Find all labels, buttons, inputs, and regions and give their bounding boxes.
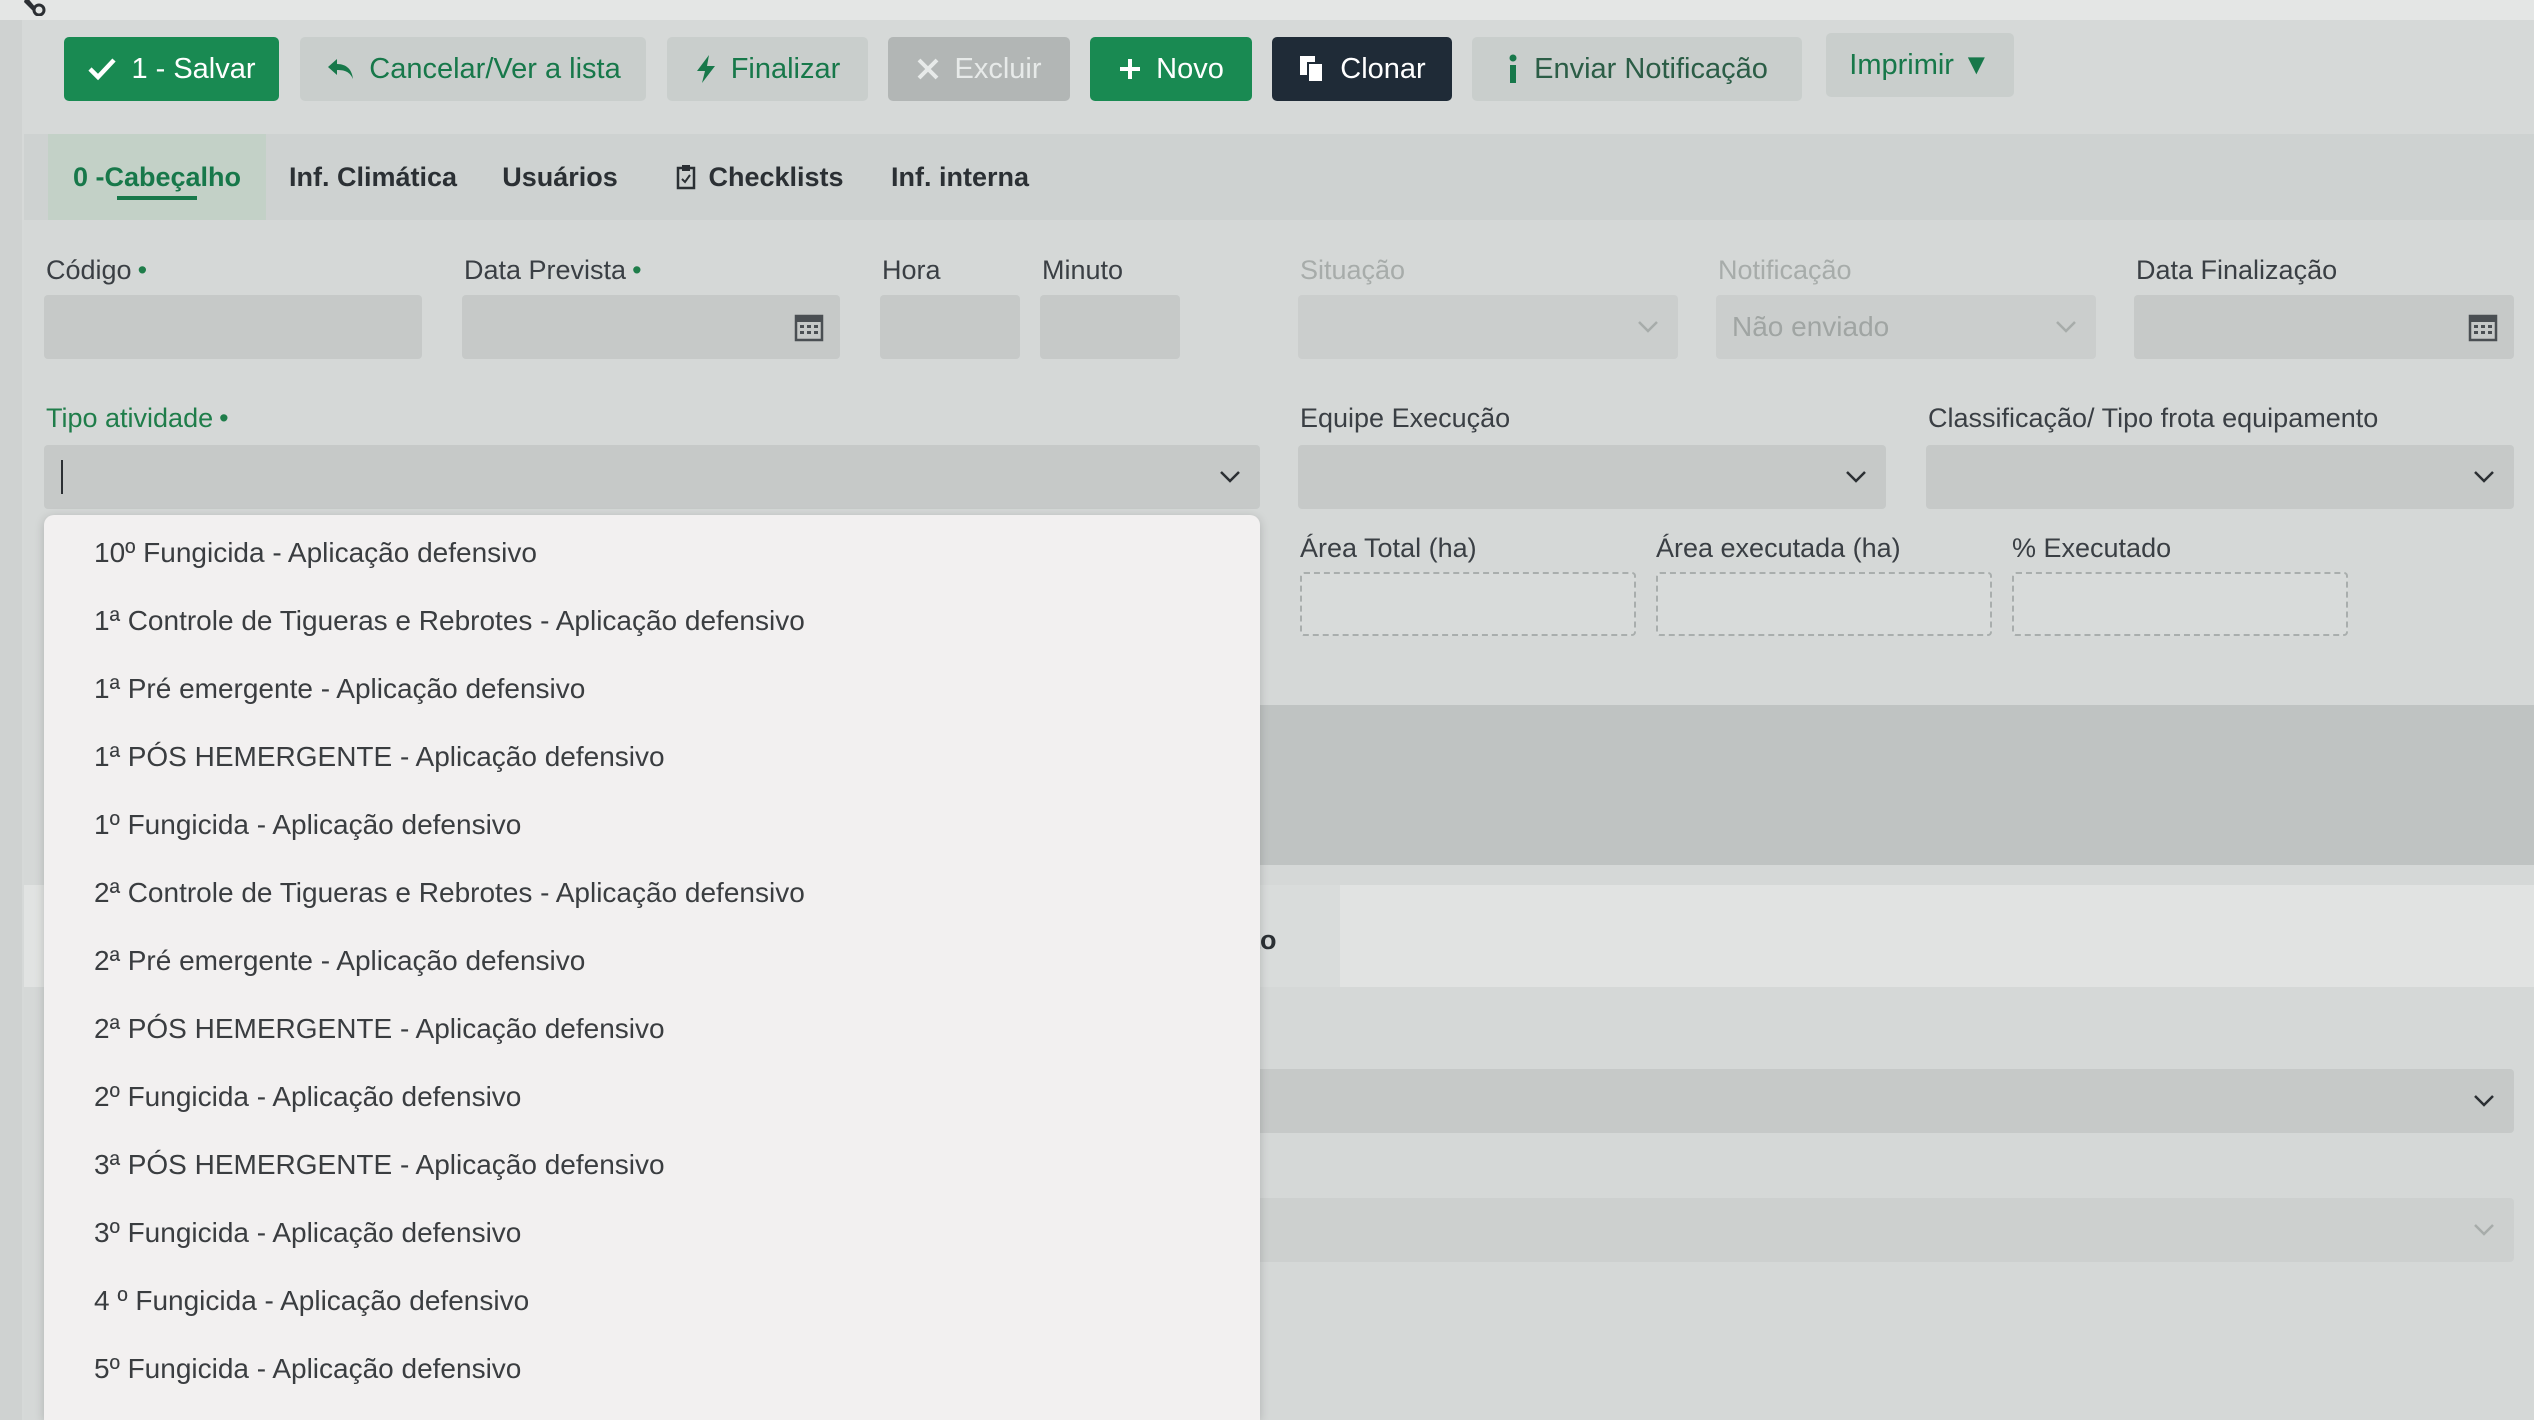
chevron-down-icon <box>2056 321 2076 333</box>
top-strip <box>0 0 2534 20</box>
cancel-label: Cancelar/Ver a lista <box>369 52 621 85</box>
area-executada-label: Área executada (ha) <box>1656 533 1901 563</box>
hora-input[interactable] <box>880 295 1020 359</box>
tab-label: Usuários <box>502 161 618 192</box>
save-button[interactable]: 1 - Salvar <box>64 37 279 101</box>
equipe-execucao-select[interactable] <box>1298 445 1886 509</box>
chevron-down-icon <box>2474 471 2494 483</box>
new-label: Novo <box>1156 52 1224 85</box>
pct-executado-label: % Executado <box>2012 533 2172 563</box>
dropdown-option[interactable]: 10º Fungicida - Aplicação defensivo <box>94 537 537 569</box>
tab-label: Inf. interna <box>890 161 1029 192</box>
tipo-atividade-select[interactable] <box>44 445 1260 509</box>
tab-inf-climatica[interactable]: Inf. Climática <box>280 134 466 220</box>
wrench-icon <box>24 0 46 16</box>
tab-label: Checklists <box>708 161 844 192</box>
dropdown-option[interactable]: 3º Fungicida - Aplicação defensivo <box>94 1217 521 1249</box>
lower-select-1[interactable] <box>1255 1069 2514 1133</box>
cancel-button[interactable]: Cancelar/Ver a lista <box>300 37 646 101</box>
area-total-label: Área Total (ha) <box>1300 533 1477 563</box>
codigo-input[interactable] <box>44 295 422 359</box>
tab-inf-interna[interactable]: Inf. interna <box>880 134 1040 220</box>
tipo-atividade-dropdown: 10º Fungicida - Aplicação defensivo 1ª C… <box>44 515 1260 1420</box>
notificacao-select[interactable]: Não enviado <box>1716 295 2096 359</box>
finish-button[interactable]: Finalizar <box>667 37 868 101</box>
dropdown-option[interactable]: 1ª PÓS HEMERGENTE - Aplicação defensivo <box>94 741 665 773</box>
notificacao-label: Notificação <box>1718 255 1852 285</box>
data-finalizacao-input[interactable] <box>2134 295 2514 359</box>
delete-label: Excluir <box>954 52 1042 85</box>
send-notification-button[interactable]: Enviar Notificação <box>1472 37 1802 101</box>
tab-checklists[interactable]: Checklists <box>660 134 860 220</box>
chevron-down-icon <box>2474 1224 2494 1236</box>
delete-button[interactable]: Excluir <box>888 37 1070 101</box>
classificacao-select[interactable] <box>1926 445 2514 509</box>
dropdown-option[interactable]: 1º Fungicida - Aplicação defensivo <box>94 809 521 841</box>
tab-label: Inf. Climática <box>288 161 458 192</box>
info-icon <box>1509 54 1517 83</box>
left-edge <box>0 20 22 1420</box>
print-button[interactable]: Imprimir ▼ <box>1826 33 2014 97</box>
dropdown-option[interactable]: 2º Fungicida - Aplicação defensivo <box>94 1081 521 1113</box>
check-icon <box>88 58 117 81</box>
equipe-execucao-label: Equipe Execução <box>1300 403 1511 433</box>
plus-icon <box>1120 59 1141 79</box>
save-label: 1 - Salvar <box>131 52 256 85</box>
data-finalizacao-label: Data Finalização <box>2136 255 2338 285</box>
text-cursor <box>61 460 63 494</box>
situacao-select[interactable] <box>1298 295 1678 359</box>
tipo-atividade-label: Tipo atividade • <box>46 403 229 433</box>
data-prevista-label: Data Prevista • <box>464 255 642 285</box>
new-button[interactable]: Novo <box>1090 37 1252 101</box>
dropdown-option[interactable]: 5º Fungicida - Aplicação defensivo <box>94 1353 521 1385</box>
lightning-icon <box>696 55 715 83</box>
minuto-label: Minuto <box>1042 255 1124 285</box>
calendar-icon[interactable] <box>794 312 824 342</box>
finish-label: Finalizar <box>730 52 841 85</box>
minuto-input[interactable] <box>1040 295 1180 359</box>
clone-button[interactable]: Clonar <box>1272 37 1452 101</box>
dropdown-option[interactable]: 1ª Pré emergente - Aplicação defensivo <box>94 673 585 705</box>
dropdown-option[interactable]: 4 º Fungicida - Aplicação defensivo <box>94 1285 529 1317</box>
codigo-label: Código • <box>46 255 148 285</box>
close-icon <box>918 58 939 80</box>
clone-label: Clonar <box>1340 52 1426 85</box>
active-tab-indicator <box>117 196 197 200</box>
print-label: Imprimir ▼ <box>1849 48 1991 81</box>
tab-label: 0 -Cabeçalho <box>72 161 242 192</box>
dropdown-option[interactable]: 2ª PÓS HEMERGENTE - Aplicação defensivo <box>94 1013 665 1045</box>
chevron-down-icon <box>1846 471 1866 483</box>
lower-select-2[interactable] <box>1255 1198 2514 1262</box>
clipboard-icon <box>677 165 696 190</box>
dropdown-option[interactable]: 2ª Controle de Tigueras e Rebrotes - Apl… <box>94 877 805 909</box>
reply-arrow-icon <box>328 59 354 79</box>
tab-usuarios[interactable]: Usuários <box>490 134 630 220</box>
area-executada-input[interactable] <box>1656 572 1992 636</box>
data-prevista-input[interactable] <box>462 295 840 359</box>
dropdown-option[interactable]: 1ª Controle de Tigueras e Rebrotes - Apl… <box>94 605 805 637</box>
dropdown-option[interactable]: 3ª PÓS HEMERGENTE - Aplicação defensivo <box>94 1149 665 1181</box>
chevron-down-icon <box>2474 1095 2494 1107</box>
classificacao-label: Classificação/ Tipo frota equipamento <box>1928 403 2379 433</box>
send-notification-label: Enviar Notificação <box>1534 52 1768 85</box>
info-panel <box>1255 705 2534 865</box>
situacao-label: Situação <box>1300 255 1406 285</box>
area-total-input[interactable] <box>1300 572 1636 636</box>
copy-icon <box>1300 56 1325 83</box>
tab-cabecalho[interactable]: 0 -Cabeçalho <box>48 134 266 220</box>
dropdown-option[interactable]: 2ª Pré emergente - Aplicação defensivo <box>94 945 585 977</box>
chevron-down-icon <box>1638 321 1658 333</box>
hora-label: Hora <box>882 255 941 285</box>
pct-executado-input[interactable] <box>2012 572 2348 636</box>
chevron-down-icon <box>1220 471 1240 483</box>
calendar-icon[interactable] <box>2468 312 2498 342</box>
